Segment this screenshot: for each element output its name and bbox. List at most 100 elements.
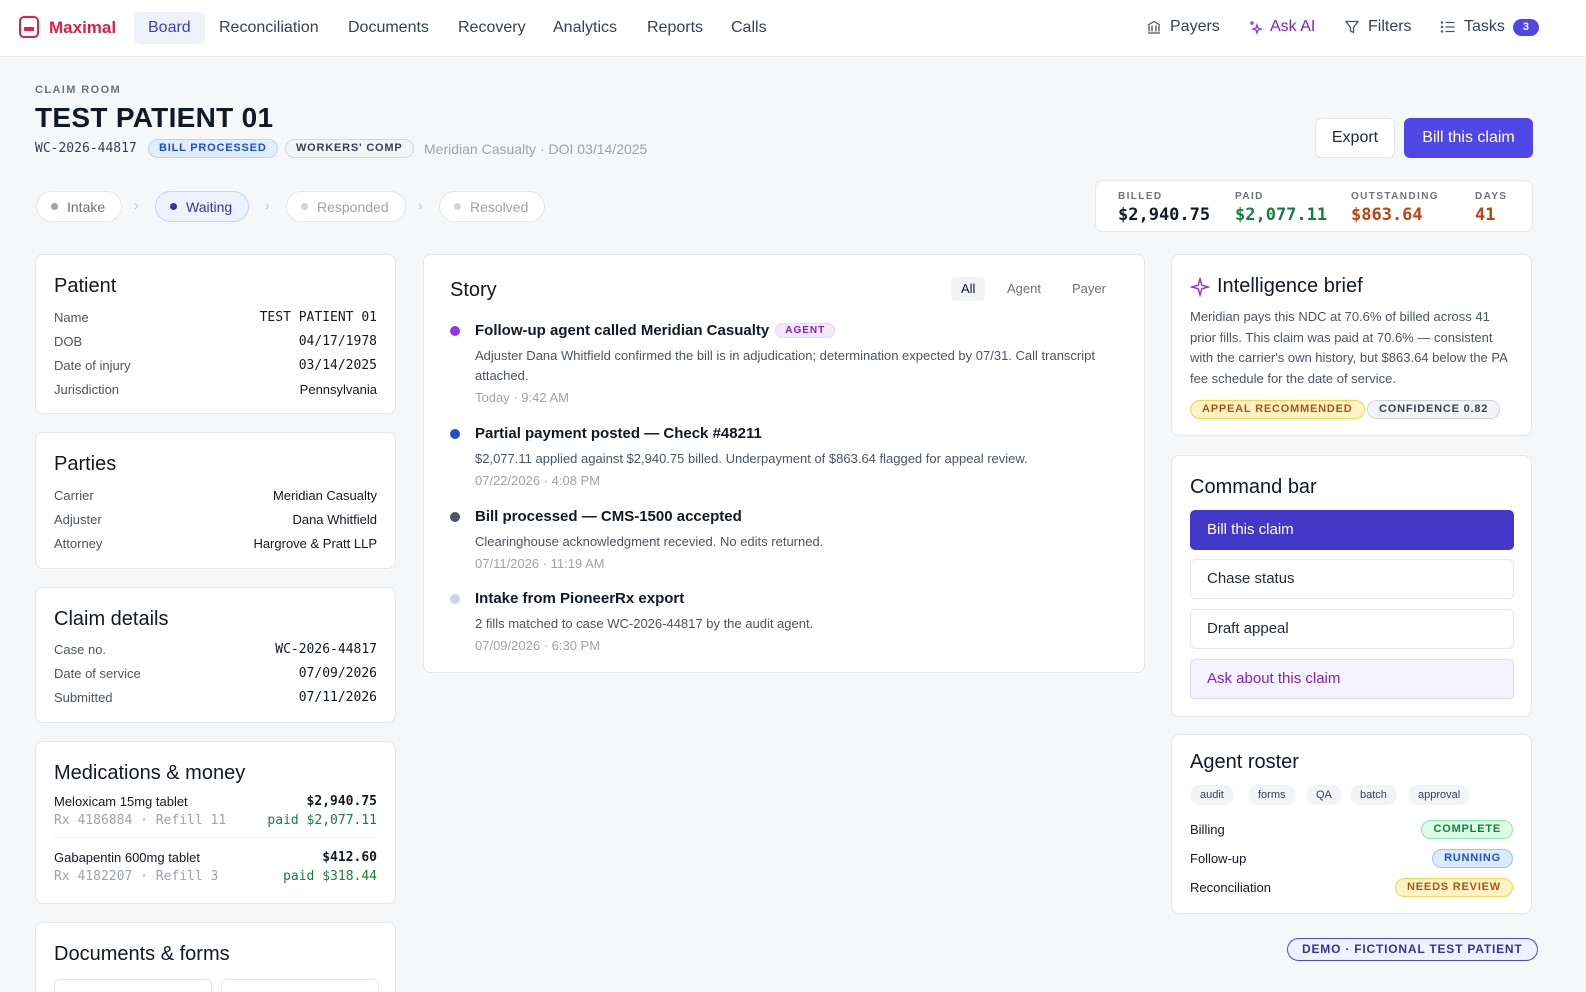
step-dot xyxy=(170,203,177,210)
event-time: 07/22/2026 · 4:08 PM xyxy=(475,473,601,488)
step-intake[interactable]: Intake xyxy=(36,191,123,222)
bank-icon xyxy=(1147,20,1161,34)
event-time: Today · 9:42 AM xyxy=(475,390,569,405)
roster-chip[interactable]: approval xyxy=(1408,785,1471,805)
brief-body: Meridian pays this NDC at 70.6% of bille… xyxy=(1190,309,1508,386)
medications-card: Medications & money Meloxicam 15mg table… xyxy=(35,741,396,904)
appeal-recommended-badge: APPEAL RECOMMENDED xyxy=(1190,400,1365,419)
card-title: Documents & forms xyxy=(54,943,230,965)
row-label: Attorney xyxy=(54,536,103,551)
filter-all[interactable]: All xyxy=(951,277,986,301)
list-icon xyxy=(1440,21,1455,33)
row-label: DOB xyxy=(54,334,83,349)
med-paid: paid $2,077.11 xyxy=(267,813,377,828)
row-value: WC-2026-44817 xyxy=(275,642,377,657)
card-title: Parties xyxy=(54,453,117,475)
row-value: 07/11/2026 xyxy=(298,690,377,705)
bill-claim-button[interactable]: Bill this claim xyxy=(1404,118,1533,158)
roster-chip[interactable]: forms xyxy=(1248,785,1296,805)
event-dot xyxy=(450,512,460,522)
roster-row[interactable]: Reconciliation NEEDS REVIEW xyxy=(1190,878,1513,897)
story-event[interactable]: Bill processed — CMS-1500 accepted Clear… xyxy=(450,508,1118,571)
story-event[interactable]: Partial payment posted — Check #48211 $2… xyxy=(450,425,1118,488)
bill-claim-command[interactable]: Bill this claim xyxy=(1190,510,1514,550)
step-dot xyxy=(51,203,58,210)
status-badge: RUNNING xyxy=(1432,849,1513,868)
kpi-value: 41 xyxy=(1475,205,1496,225)
filters-button[interactable]: Filters xyxy=(1344,18,1412,36)
payers-button[interactable]: Payers xyxy=(1146,18,1220,36)
roster-chip[interactable]: batch xyxy=(1350,785,1397,805)
step-resolved[interactable]: Resolved xyxy=(439,191,546,222)
sparkle-icon xyxy=(1250,21,1262,35)
kpi-billed: BILLED $2,940.75 xyxy=(1118,191,1210,225)
info-row: Submitted 07/11/2026 xyxy=(54,690,377,705)
row-value: Dana Whitfield xyxy=(292,512,377,527)
ask-ai-button[interactable]: Ask AI xyxy=(1246,18,1315,36)
kpi-strip: BILLED $2,940.75 PAID $2,077.11 OUTSTAND… xyxy=(1095,180,1533,232)
med-rx: Rx 4182207 · Refill 3 xyxy=(54,869,219,884)
kpi-paid: PAID $2,077.11 xyxy=(1235,191,1327,225)
story-event[interactable]: Follow-up agent called Meridian Casualty… xyxy=(450,322,1118,405)
ask-claim-command[interactable]: Ask about this claim xyxy=(1190,659,1514,699)
step-label: Responded xyxy=(317,198,389,215)
kpi-value: $2,940.75 xyxy=(1118,205,1211,225)
chase-status-command[interactable]: Chase status xyxy=(1190,559,1514,599)
tab-analytics[interactable]: Analytics xyxy=(539,12,631,44)
story-event[interactable]: Intake from PioneerRx export 2 fills mat… xyxy=(450,590,1118,653)
tab-documents[interactable]: Documents xyxy=(334,12,443,44)
row-value: 03/14/2025 xyxy=(298,358,377,373)
medication-item[interactable]: Meloxicam 15mg tablet $2,940.75 Rx 418688… xyxy=(54,794,377,828)
med-billed: $2,940.75 xyxy=(306,794,377,809)
step-waiting[interactable]: Waiting xyxy=(155,191,250,222)
filters-label: Filters xyxy=(1368,18,1412,35)
info-row: Carrier Meridian Casualty xyxy=(54,488,377,503)
page-title: TEST PATIENT 01 xyxy=(35,102,274,133)
chevron-right-icon: › xyxy=(418,197,423,213)
document-tile[interactable] xyxy=(54,979,212,992)
event-body: Clearinghouse acknowledgment recevied. N… xyxy=(475,534,824,549)
tab-reconciliation[interactable]: Reconciliation xyxy=(205,12,333,44)
card-title: Story xyxy=(450,279,497,301)
tab-reports[interactable]: Reports xyxy=(633,12,717,44)
row-value: TEST PATIENT 01 xyxy=(259,310,377,325)
divider xyxy=(54,837,377,838)
chevron-right-icon: › xyxy=(265,197,270,213)
command-bar-card: Command bar Bill this claim Chase status… xyxy=(1171,455,1532,717)
export-button[interactable]: Export xyxy=(1315,118,1395,158)
row-label: Date of injury xyxy=(54,358,131,373)
roster-chip[interactable]: QA xyxy=(1306,785,1342,805)
medication-item[interactable]: Gabapentin 600mg tablet $412.60 Rx 418220… xyxy=(54,850,377,884)
info-row: Case no. WC-2026-44817 xyxy=(54,642,377,657)
parties-card: Parties Carrier Meridian Casualty Adjuste… xyxy=(35,432,396,569)
card-title: Command bar xyxy=(1190,476,1317,498)
row-label: Jurisdiction xyxy=(54,382,120,397)
roster-row[interactable]: Billing COMPLETE xyxy=(1190,820,1513,839)
info-row: Date of service 07/09/2026 xyxy=(54,666,377,681)
med-name: Gabapentin 600mg tablet xyxy=(54,850,200,865)
patient-card: Patient Name TEST PATIENT 01 DOB 04/17/197… xyxy=(35,254,396,414)
tab-recovery[interactable]: Recovery xyxy=(444,12,540,44)
status-badge: BILL PROCESSED xyxy=(148,139,278,158)
filter-payer[interactable]: Payer xyxy=(1062,277,1116,301)
event-title: Partial payment posted — Check #48211 xyxy=(475,425,762,442)
step-dot xyxy=(454,203,461,210)
roster-chip[interactable]: audit xyxy=(1190,785,1234,805)
brand-name[interactable]: Maximal xyxy=(49,18,116,38)
step-responded[interactable]: Responded xyxy=(286,191,406,222)
maximal-logo-icon[interactable] xyxy=(19,16,39,38)
tab-board[interactable]: Board xyxy=(134,12,205,44)
page-eyebrow: CLAIM ROOM xyxy=(35,84,122,96)
row-value: Meridian Casualty xyxy=(272,488,377,503)
draft-appeal-command[interactable]: Draft appeal xyxy=(1190,609,1514,649)
claim-type-badge: WORKERS' COMP xyxy=(285,139,414,158)
document-tile[interactable] xyxy=(221,979,379,992)
roster-row[interactable]: Follow-up RUNNING xyxy=(1190,849,1513,868)
row-label: Name xyxy=(54,310,89,325)
event-time: 07/11/2026 · 11:19 AM xyxy=(475,556,605,571)
filter-agent[interactable]: Agent xyxy=(997,277,1051,301)
tasks-button[interactable]: Tasks 3 xyxy=(1440,18,1539,36)
tab-calls[interactable]: Calls xyxy=(717,12,781,44)
event-dot xyxy=(450,594,460,604)
med-billed: $412.60 xyxy=(322,850,377,865)
